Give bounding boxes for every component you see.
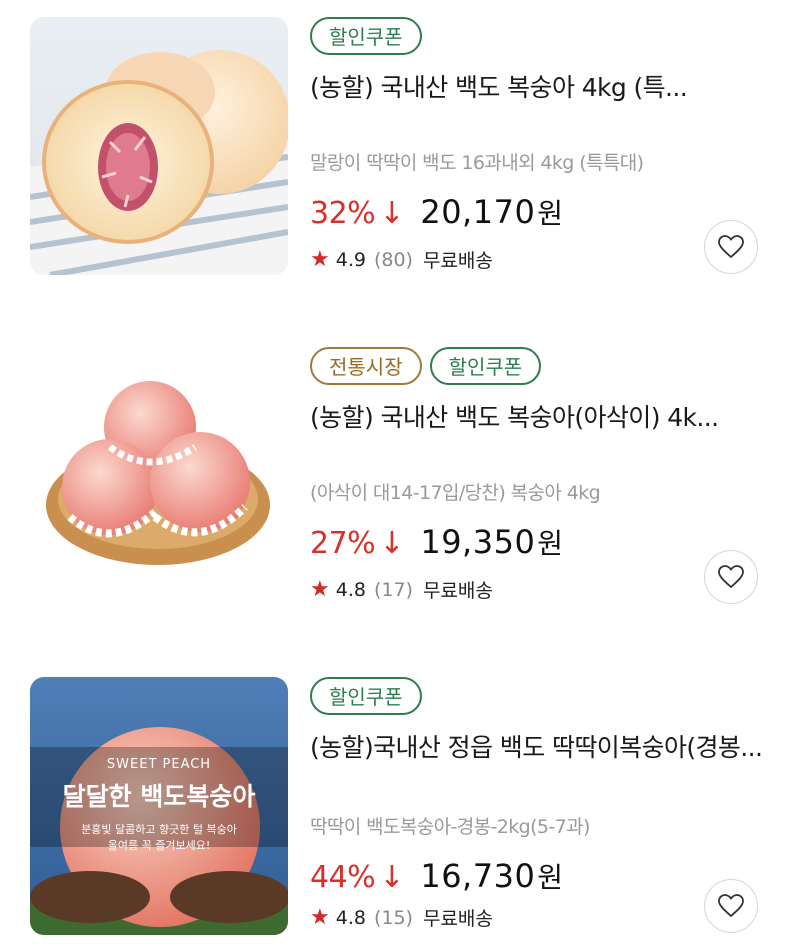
tag-group: 할인쿠폰: [310, 677, 422, 715]
rating: 4.9: [335, 248, 366, 271]
coupon-tag: 할인쿠폰: [310, 17, 422, 55]
price: 19,350: [420, 523, 536, 561]
price: 16,730: [420, 857, 536, 895]
product-card-2[interactable]: 전통시장 할인쿠폰 (농할) 국내산 백도 복숭아(아삭이) 4k... (아삭…: [0, 330, 800, 610]
heart-icon: [718, 235, 744, 259]
product-list: 할인쿠폰 (농할) 국내산 백도 복숭아 4kg (특... 말랑이 딱딱이 백…: [0, 0, 800, 949]
star-icon: ★: [310, 247, 330, 272]
product-subtitle: (아삭이 대14-17입/당찬) 복숭아 4kg: [310, 482, 601, 504]
review-meta: ★ 4.8 (17) 무료배송: [310, 576, 493, 603]
coupon-tag: 할인쿠폰: [310, 677, 422, 715]
heart-icon: [718, 565, 744, 589]
banner-line2: 올여름 꼭 즐겨보세요!: [107, 839, 211, 852]
price: 20,170: [420, 193, 536, 231]
wishlist-button[interactable]: [704, 879, 758, 933]
currency: 원: [537, 197, 564, 230]
shipping-label: 무료배송: [422, 908, 493, 930]
product-title[interactable]: (농할) 국내산 백도 복숭아(아삭이) 4k...: [310, 400, 770, 436]
review-count: (80): [373, 248, 413, 271]
banner-eyebrow: SWEET PEACH: [106, 757, 212, 772]
banner-headline: 달달한 백도복숭아: [62, 782, 256, 811]
review-meta: ★ 4.8 (15) 무료배송: [310, 904, 493, 931]
wishlist-button[interactable]: [704, 550, 758, 604]
rating: 4.8: [335, 906, 366, 929]
product-subtitle: 딱딱이 백도복숭아-경봉-2kg(5-7과): [310, 816, 590, 838]
discount-rate: 32%: [310, 196, 376, 231]
rating: 4.8: [335, 578, 366, 601]
price-row: 44% ↓ 16,730 원: [310, 856, 563, 896]
shipping-label: 무료배송: [422, 250, 493, 272]
product-card-1[interactable]: 할인쿠폰 (농할) 국내산 백도 복숭아 4kg (특... 말랑이 딱딱이 백…: [0, 0, 800, 280]
product-image[interactable]: [30, 347, 288, 605]
review-count: (17): [373, 578, 413, 601]
market-tag: 전통시장: [310, 347, 422, 385]
product-title[interactable]: (농할) 국내산 백도 복숭아 4kg (특...: [310, 70, 770, 106]
star-icon: ★: [310, 577, 330, 602]
banner-line1: 분홍빛 달콤하고 향긋한 털 복숭아: [81, 823, 237, 836]
review-count: (15): [373, 906, 413, 929]
product-subtitle: 말랑이 딱딱이 백도 16과내외 4kg (특특대): [310, 152, 644, 174]
heart-icon: [718, 894, 744, 918]
price-row: 27% ↓ 19,350 원: [310, 522, 563, 562]
product-image[interactable]: SWEET PEACH 달달한 백도복숭아 분홍빛 달콤하고 향긋한 털 복숭아…: [30, 677, 288, 935]
tag-group: 전통시장 할인쿠폰: [310, 347, 542, 385]
currency: 원: [537, 527, 564, 560]
product-image[interactable]: [30, 17, 288, 275]
peach-basket-icon: [30, 347, 288, 605]
discount-rate: 44%: [310, 860, 376, 895]
product-title[interactable]: (농할)국내산 정읍 백도 딱딱이복숭아(경봉...: [310, 730, 770, 766]
price-row: 32% ↓ 20,170 원: [310, 192, 563, 232]
peach-cut-icon: [30, 17, 288, 275]
coupon-tag: 할인쿠폰: [429, 347, 542, 385]
star-icon: ★: [310, 905, 330, 930]
tag-group: 할인쿠폰: [310, 17, 422, 55]
wishlist-button[interactable]: [704, 220, 758, 274]
down-arrow-icon: ↓: [379, 196, 405, 231]
shipping-label: 무료배송: [422, 580, 493, 602]
down-arrow-icon: ↓: [379, 860, 405, 895]
currency: 원: [537, 861, 564, 894]
discount-rate: 27%: [310, 526, 376, 561]
down-arrow-icon: ↓: [379, 526, 405, 561]
product-card-3[interactable]: SWEET PEACH 달달한 백도복숭아 분홍빛 달콤하고 향긋한 털 복숭아…: [0, 660, 800, 940]
review-meta: ★ 4.9 (80) 무료배송: [310, 246, 493, 273]
